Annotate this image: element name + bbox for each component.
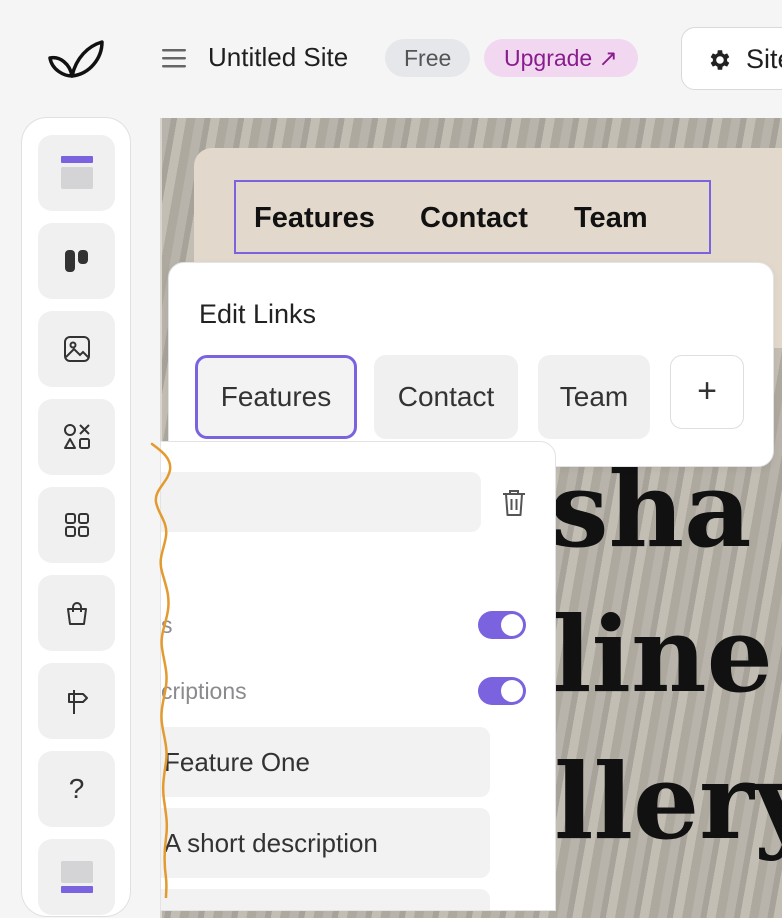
gear-icon [710, 50, 730, 70]
signpost-tool[interactable] [38, 663, 115, 739]
help-icon: ? [68, 773, 85, 804]
link-name-input[interactable] [161, 472, 481, 532]
link-chip-contact[interactable]: Contact [374, 355, 518, 439]
image-block-tool[interactable] [38, 311, 115, 387]
feature-description-field[interactable]: A short description [161, 808, 490, 878]
link-settings-panel: s criptions Feature One A short descript… [160, 441, 556, 911]
header-block-icon [60, 156, 93, 189]
block-sidebar: ? [21, 117, 131, 917]
grid-icon [64, 513, 89, 537]
edit-links-title: Edit Links [199, 299, 317, 329]
plan-badge: Free [385, 39, 471, 77]
footer-block-icon [60, 861, 93, 893]
nav-link-contact[interactable]: Contact [420, 202, 528, 235]
shapes-icon [63, 424, 90, 449]
hamburger-menu-icon[interactable] [160, 46, 188, 70]
columns-block-tool[interactable] [38, 223, 115, 299]
grid-block-tool[interactable] [38, 487, 115, 563]
image-icon [63, 336, 90, 362]
shopping-bag-icon [66, 602, 87, 625]
upgrade-button[interactable]: Upgrade ↗ [484, 39, 638, 77]
shop-block-tool[interactable] [38, 575, 115, 651]
toggle-2-switch[interactable] [478, 677, 526, 705]
feature-title-field[interactable]: Feature One [161, 727, 490, 797]
columns-block-icon [64, 250, 88, 272]
link-chip-team[interactable]: Team [538, 355, 650, 439]
shapes-tool[interactable] [38, 399, 115, 475]
hero-line-2[interactable]: line [552, 593, 773, 716]
site-title[interactable]: Untitled Site [208, 42, 348, 73]
signpost-icon [67, 690, 88, 714]
link-chip-features[interactable]: Features [195, 355, 357, 439]
site-button-label: Site [746, 44, 782, 74]
help-tool[interactable]: ? [38, 751, 115, 827]
toggle-1-switch[interactable] [478, 611, 526, 639]
trash-icon[interactable] [501, 488, 527, 518]
footer-block-tool[interactable] [38, 839, 115, 915]
add-link-button[interactable]: + [670, 355, 744, 429]
hero-line-3[interactable]: llery [554, 740, 782, 863]
header-block-tool[interactable] [38, 135, 115, 211]
nav-link-team[interactable]: Team [574, 202, 648, 235]
next-field[interactable] [161, 889, 490, 910]
top-bar: Untitled Site Free Upgrade ↗ Site [0, 0, 782, 116]
edit-links-popover: Edit Links Features Contact Team + [168, 262, 774, 467]
nav-link-features[interactable]: Features [254, 202, 375, 235]
leaf-logo[interactable] [46, 36, 106, 78]
cutoff-squiggle [150, 442, 172, 898]
site-settings-button[interactable]: Site [681, 27, 782, 90]
